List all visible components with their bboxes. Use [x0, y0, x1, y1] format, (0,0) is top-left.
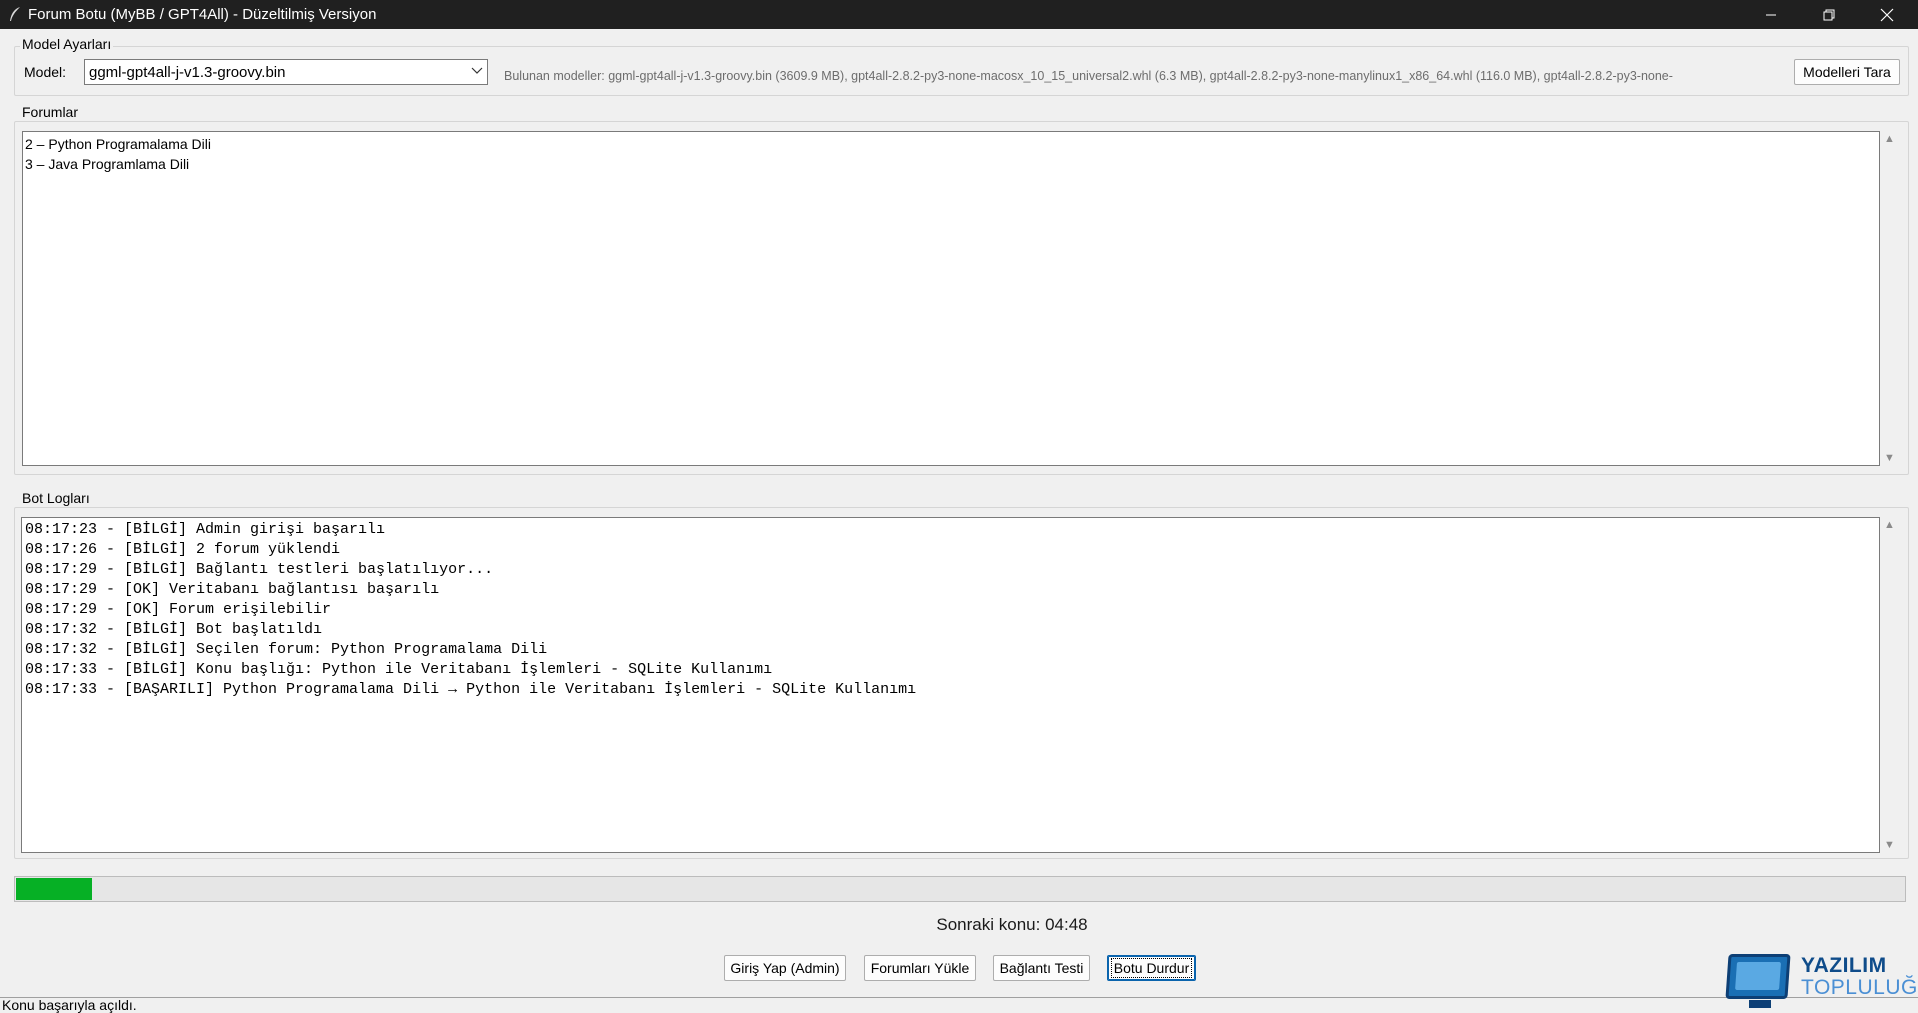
log-line: 08:17:33 - [BAŞARILI] Python Programalam… [25, 681, 917, 698]
close-button[interactable] [1858, 0, 1915, 29]
feather-icon [8, 6, 22, 23]
title-bar: Forum Botu (MyBB / GPT4All) - Düzeltilmi… [0, 0, 1918, 29]
logs-label: Bot Logları [20, 490, 92, 506]
model-select[interactable]: ggml-gpt4all-j-v1.3-groovy.bin [84, 59, 488, 85]
minimize-icon [1765, 14, 1776, 15]
scroll-up-icon[interactable]: ▲ [1884, 133, 1895, 145]
next-topic-countdown: Sonraki konu: 04:48 [936, 915, 1088, 934]
connection-test-label: Bağlantı Testi [999, 960, 1084, 976]
log-line: 08:17:29 - [BİLGİ] Bağlantı testleri baş… [25, 561, 494, 578]
model-settings-label: Model Ayarları [20, 36, 114, 52]
connection-test-button[interactable]: Bağlantı Testi [993, 955, 1090, 981]
scroll-up-icon[interactable]: ▲ [1884, 519, 1895, 531]
window-title: Forum Botu (MyBB / GPT4All) - Düzeltilmi… [28, 6, 377, 23]
scroll-down-icon[interactable]: ▼ [1884, 452, 1895, 464]
log-line: 08:17:29 - [OK] Veritabanı bağlantısı ba… [25, 581, 440, 598]
log-line: 08:17:32 - [BİLGİ] Seçilen forum: Python… [25, 641, 548, 658]
progress-bar [14, 876, 1906, 902]
watermark-line2: TOPLULUĞU [1801, 976, 1918, 999]
restore-icon [1823, 9, 1834, 20]
scroll-down-icon[interactable]: ▼ [1884, 839, 1895, 851]
close-icon [1880, 8, 1893, 21]
log-line: 08:17:26 - [BİLGİ] 2 forum yüklendi [25, 541, 341, 558]
monitor-stand [1749, 1000, 1771, 1008]
log-line: 08:17:32 - [BİLGİ] Bot başlatıldı [25, 621, 323, 638]
chevron-down-icon[interactable] [471, 62, 483, 83]
login-admin-label: Giriş Yap (Admin) [730, 960, 840, 976]
forums-scrollbar[interactable]: ▲ ▼ [1881, 131, 1898, 466]
load-forums-button[interactable]: Forumları Yükle [864, 955, 976, 981]
watermark-logo: YAZILIM TOPLULUĞU [1725, 950, 1918, 1012]
stop-bot-label: Botu Durdur [1110, 958, 1193, 978]
log-line: 08:17:29 - [OK] Forum erişilebilir [25, 601, 332, 618]
login-admin-button[interactable]: Giriş Yap (Admin) [724, 955, 846, 981]
forums-listbox[interactable]: 2 – Python Programalama Dili 3 – Java Pro… [22, 131, 1880, 466]
logs-textbox[interactable]: 08:17:23 - [BİLGİ] Admin girişi başarılı… [21, 517, 1880, 853]
progress-fill [16, 878, 92, 900]
scan-models-label: Modelleri Tara [1803, 64, 1891, 80]
log-list: 08:17:23 - [BİLGİ] Admin girişi başarılı… [22, 518, 1879, 700]
forums-label: Forumlar [20, 104, 81, 120]
minimize-button[interactable] [1742, 0, 1799, 29]
restore-button[interactable] [1800, 0, 1857, 29]
found-models-text: Bulunan modeller: ggml-gpt4all-j-v1.3-gr… [504, 69, 1673, 83]
forum-list: 2 – Python Programalama Dili 3 – Java Pro… [23, 132, 1879, 174]
load-forums-label: Forumları Yükle [870, 960, 970, 976]
watermark-line1: YAZILIM [1801, 954, 1887, 977]
model-label: Model: [24, 64, 67, 80]
stop-bot-button[interactable]: Botu Durdur [1107, 955, 1196, 981]
monitor-icon [1725, 954, 1791, 999]
logs-scrollbar[interactable]: ▲ ▼ [1881, 517, 1898, 853]
scan-models-button[interactable]: Modelleri Tara [1794, 59, 1900, 85]
status-bar: Konu başarıyla açıldı. [0, 997, 1918, 1013]
status-text: Konu başarıyla açıldı. [2, 997, 137, 1013]
log-line: 08:17:33 - [BİLGİ] Konu başlığı: Python … [25, 661, 773, 678]
forum-list-item[interactable]: 2 – Python Programalama Dili [23, 134, 1879, 154]
selected-model: ggml-gpt4all-j-v1.3-groovy.bin [89, 64, 286, 81]
log-line: 08:17:23 - [BİLGİ] Admin girişi başarılı [25, 521, 386, 538]
forum-list-item[interactable]: 3 – Java Programlama Dili [23, 154, 1879, 174]
